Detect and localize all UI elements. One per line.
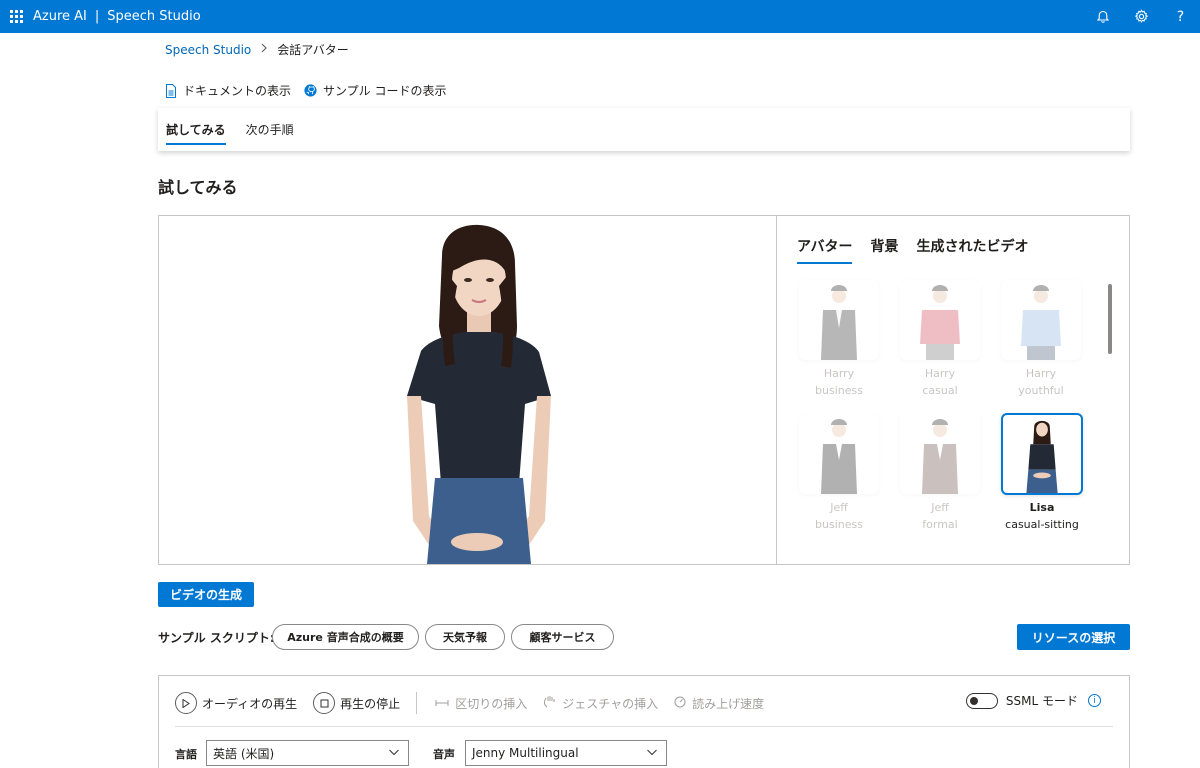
- avatar-thumbnail: [821, 285, 857, 360]
- toolbar-divider: [416, 692, 418, 714]
- ssml-mode-toggle[interactable]: [965, 692, 998, 709]
- play-icon: [175, 692, 197, 714]
- avatar-card-harry-casual[interactable]: [900, 280, 980, 360]
- avatar-card-jeff-business[interactable]: [799, 414, 879, 494]
- brand-separator: |: [94, 9, 100, 24]
- side-tabs: アバター 背景 生成されたビデオ: [797, 236, 1046, 264]
- avatar-panel: アバター 背景 生成されたビデオ Harry business Harry ca…: [158, 215, 1130, 565]
- voice-label: 音声: [433, 748, 455, 761]
- reading-speed-button[interactable]: 読み上げ速度: [674, 695, 764, 712]
- product-name: Azure AI: [33, 9, 87, 24]
- ssml-mode-label: SSML モード: [1005, 694, 1078, 708]
- app-launcher-icon[interactable]: [10, 9, 24, 24]
- insert-gesture-label: ジェスチャの挿入: [562, 696, 659, 711]
- ssml-mode-toggle-group: SSML モード i: [965, 692, 1101, 709]
- avatar-thumbnail: [920, 285, 960, 360]
- brand[interactable]: Azure AI | Speech Studio: [33, 9, 201, 24]
- voice-dropdown[interactable]: Jenny Multilingual: [465, 740, 667, 766]
- view-docs-link[interactable]: ドキュメントの表示: [165, 82, 291, 99]
- doc-links: ドキュメントの表示 サンプル コードの表示: [165, 82, 459, 99]
- sample-script-chip-overview[interactable]: Azure 音声合成の概要: [272, 624, 419, 650]
- top-bar: Azure AI | Speech Studio ?: [0, 0, 1200, 33]
- avatar-style: youthful: [1018, 384, 1064, 397]
- avatar-card-lisa-casual-sitting[interactable]: [1001, 413, 1083, 495]
- insert-break-label: 区切りの挿入: [455, 696, 528, 711]
- play-audio-button[interactable]: オーディオの再生: [175, 692, 297, 714]
- help-icon[interactable]: ?: [1161, 0, 1200, 33]
- editor-toolbar: オーディオの再生 再生の停止 区切りの挿入 ジェスチャの挿入 読み上げ速度 SS…: [175, 688, 1113, 718]
- avatar-preview-image: [407, 224, 551, 564]
- avatar-thumbnail: [1021, 285, 1061, 360]
- view-docs-label: ドキュメントの表示: [183, 84, 292, 98]
- bell-icon[interactable]: [1083, 0, 1122, 33]
- avatar-thumbnail: [821, 419, 857, 494]
- chevron-right-icon: [260, 43, 268, 56]
- avatar-card-harry-business[interactable]: [799, 280, 879, 360]
- tab-try-it[interactable]: 試してみる: [166, 108, 226, 151]
- generate-video-button[interactable]: ビデオの生成: [158, 582, 254, 607]
- chevron-down-icon: [646, 746, 658, 761]
- info-icon[interactable]: i: [1088, 694, 1101, 707]
- stop-play-button[interactable]: 再生の停止: [313, 692, 400, 714]
- avatar-style: formal: [922, 518, 958, 531]
- github-icon: [304, 84, 317, 97]
- avatar-name: Harry: [924, 367, 956, 380]
- avatar-style: casual: [922, 384, 958, 397]
- pivot-bar: 試してみる 次の手順: [158, 108, 1130, 151]
- avatar-preview: [159, 216, 777, 564]
- avatar-name: Lisa: [1029, 501, 1055, 514]
- view-sample-code-link[interactable]: サンプル コードの表示: [304, 82, 446, 99]
- stop-play-label: 再生の停止: [340, 696, 401, 711]
- voice-value: Jenny Multilingual: [472, 746, 579, 760]
- avatar-name: Harry: [1025, 367, 1057, 380]
- editor-divider: [175, 726, 1113, 727]
- avatar-style: business: [815, 518, 863, 531]
- avatar-name: Harry: [823, 367, 855, 380]
- avatar-thumbnail: [922, 419, 958, 494]
- avatar-style: casual-sitting: [1005, 518, 1079, 531]
- reading-speed-label: 読み上げ速度: [692, 696, 765, 711]
- breadcrumb-root[interactable]: Speech Studio: [165, 43, 251, 57]
- avatar-card-harry-youthful[interactable]: [1001, 280, 1081, 360]
- breadcrumb-current: 会話アバター: [277, 43, 349, 57]
- breadcrumb: Speech Studio 会話アバター: [165, 41, 349, 58]
- sample-script-chip-weather[interactable]: 天気予報: [425, 624, 505, 650]
- language-value: 英語 (米国): [213, 746, 275, 761]
- insert-gesture-button[interactable]: ジェスチャの挿入: [543, 695, 658, 712]
- speed-gauge-icon: [674, 696, 686, 711]
- script-editor: オーディオの再生 再生の停止 区切りの挿入 ジェスチャの挿入 読み上げ速度 SS…: [158, 675, 1130, 768]
- page-title: 試してみる: [158, 178, 238, 197]
- break-icon: [435, 697, 449, 710]
- language-dropdown[interactable]: 英語 (米国): [206, 740, 409, 766]
- help-glyph: ?: [1176, 8, 1185, 25]
- sample-script-chip-customer-service[interactable]: 顧客サービス: [511, 624, 614, 650]
- tab-next-steps[interactable]: 次の手順: [246, 108, 294, 151]
- select-resource-button[interactable]: リソースの選択: [1017, 624, 1130, 650]
- view-sample-code-label: サンプル コードの表示: [323, 84, 447, 98]
- sample-script-label: サンプル スクリプト:: [158, 631, 275, 645]
- app-name: Speech Studio: [107, 9, 201, 24]
- document-icon: [165, 83, 177, 98]
- avatar-card-jeff-formal[interactable]: [900, 414, 980, 494]
- avatar-thumbnail: [1026, 420, 1058, 493]
- avatar-name: Jeff: [931, 501, 949, 514]
- chevron-down-icon: [388, 746, 400, 761]
- avatar-name: Jeff: [830, 501, 848, 514]
- insert-break-button[interactable]: 区切りの挿入: [435, 695, 527, 712]
- language-label: 言語: [175, 748, 197, 761]
- scrollbar-thumb[interactable]: [1108, 284, 1112, 354]
- avatar-style: business: [815, 384, 863, 397]
- stop-icon: [313, 692, 336, 714]
- tab-generated-videos[interactable]: 生成されたビデオ: [916, 236, 1028, 264]
- gear-icon[interactable]: [1122, 0, 1161, 33]
- tab-avatar[interactable]: アバター: [797, 236, 853, 264]
- avatar-side-panel: アバター 背景 生成されたビデオ Harry business Harry ca…: [778, 216, 1129, 564]
- tab-background[interactable]: 背景: [870, 236, 898, 264]
- play-audio-label: オーディオの再生: [202, 696, 298, 711]
- gesture-icon: [543, 695, 556, 711]
